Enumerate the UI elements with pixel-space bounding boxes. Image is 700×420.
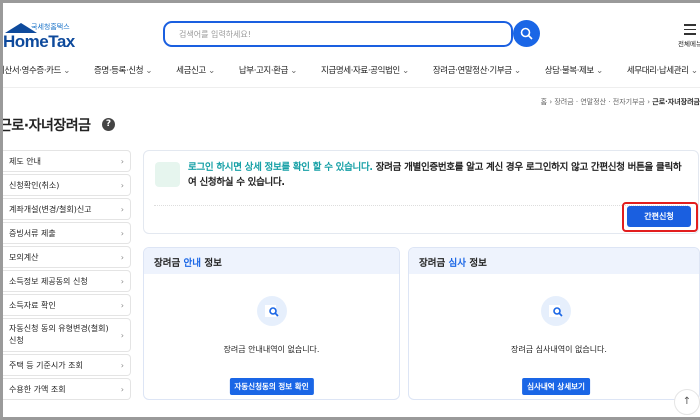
all-menu-label: 전체메뉴 — [678, 39, 700, 48]
chevron-right-icon: › — [120, 384, 124, 394]
nav-item[interactable]: 증명·등록·신청 — [94, 64, 152, 76]
chevron-right-icon: › — [120, 300, 124, 310]
sidebar-item[interactable]: 자동신청 동의 유형변경(철회) 신청 › — [3, 318, 131, 352]
sidebar-item[interactable]: 소득정보 제공동의 신청 › — [3, 270, 131, 292]
card-header: 장려금 심사 정보 — [409, 248, 699, 274]
easy-apply-button[interactable]: 간편신청 — [627, 206, 691, 227]
breadcrumb-level1[interactable]: 장려금 · 연말정산 · 전자기부금 — [554, 98, 645, 106]
nav-item[interactable]: 세금신고 — [176, 64, 215, 76]
sidebar-item[interactable]: 계좌개설(변경/철회)신고 › — [3, 198, 131, 220]
sidebar-item[interactable]: 증빙서류 제출 › — [3, 222, 131, 244]
breadcrumb-current: 근로·자녀장려금 — [652, 98, 700, 106]
card-header: 장려금 안내 정보 — [144, 248, 399, 274]
nav-item[interactable]: 세무대리·납세관리 — [627, 64, 698, 76]
chevron-right-icon: › — [120, 276, 124, 286]
sidebar-item[interactable]: 신청확인(취소) › — [3, 174, 131, 196]
hamburger-icon — [684, 24, 696, 35]
sidebar-item-label: 신청확인(취소) — [9, 180, 60, 190]
chevron-right-icon: › — [120, 360, 124, 370]
page-title: 근로·자녀장려금 — [3, 118, 91, 134]
notice-highlight: 로그인 하시면 상세 정보를 확인 할 수 있습니다. — [188, 162, 373, 173]
breadcrumb-home[interactable]: 홈 — [541, 98, 547, 106]
login-notice-text: 로그인 하시면 상세 정보를 확인 할 수 있습니다. 장려금 개별인증번호를 … — [188, 160, 688, 190]
document-search-icon — [256, 296, 287, 326]
empty-message: 장려금 심사내역이 없습니다. — [511, 345, 607, 354]
sidebar-item-label: 제도 안내 — [9, 156, 41, 166]
sidebar-item[interactable]: 주택 등 기준시가 조회 › — [3, 354, 131, 376]
sidebar-item[interactable]: 모의계산 › — [3, 246, 131, 268]
sidebar-item-label: 소득정보 제공동의 신청 — [9, 276, 88, 286]
sidebar-item[interactable]: 제도 안내 › — [3, 150, 131, 172]
logo-title: HomeTax — [3, 32, 75, 51]
sidebar-item-label: 계좌개설(변경/철회)신고 — [9, 204, 92, 214]
help-icon[interactable]: ? — [102, 118, 115, 131]
sidebar-item[interactable]: 소득자료 확인 › — [3, 294, 131, 316]
main-nav: 계산서·영수증·카드 증명·등록·신청 세금신고 납부·고지·환급 지급명세·자… — [3, 64, 700, 76]
dotted-divider — [154, 205, 688, 206]
chevron-right-icon: › — [120, 180, 124, 190]
nav-item[interactable]: 계산서·영수증·카드 — [3, 64, 70, 76]
empty-message: 장려금 안내내역이 없습니다. — [223, 345, 320, 354]
sidebar-item-label: 증빙서류 제출 — [9, 228, 56, 238]
sidebar-item-label: 모의계산 — [9, 252, 39, 262]
review-detail-button[interactable]: 심사내역 상세보기 — [522, 378, 590, 395]
document-search-icon — [541, 296, 571, 326]
nav-item[interactable]: 지급명세·자료·공익법인 — [321, 64, 409, 76]
page: 국세청홈택스 HomeTax 검색어를 입력하세요! 전체메뉴 계산서·영수증·… — [3, 3, 700, 417]
sidebar-item-label: 수용한 가액 조회 — [9, 384, 66, 394]
arrow-up-icon: ↑ — [682, 396, 692, 407]
sidebar-item[interactable]: 수용한 가액 조회 › — [3, 378, 131, 400]
nav-item[interactable]: 상담·불복·제보 — [545, 64, 603, 76]
card-title-accent: 심사 — [448, 258, 467, 269]
sidebar-item-label: 주택 등 기준시가 조회 — [9, 360, 83, 370]
sidebar: 제도 안내 › 신청확인(취소) › 계좌개설(변경/철회)신고 › 증빙서류 제출 ›… — [3, 150, 131, 402]
scroll-top-button[interactable]: ↑ — [674, 389, 700, 415]
auto-apply-consent-button[interactable]: 자동신청동의 정보 확인 — [229, 378, 314, 395]
card-title-post: 정보 — [466, 258, 487, 269]
nav-item[interactable]: 납부·고지·환급 — [239, 64, 297, 76]
logo-subtitle: 국세청홈택스 — [31, 23, 70, 31]
login-notice-box: 로그인 하시면 상세 정보를 확인 할 수 있습니다. 장려금 개별인증번호를 … — [143, 150, 699, 234]
review-info-card: 장려금 심사 정보 장려금 심사내역이 없습니다. 심사내역 상세보기 — [408, 247, 700, 400]
chevron-right-icon: › — [120, 252, 124, 262]
search-input[interactable]: 검색어를 입력하세요! — [163, 21, 513, 47]
search-icon — [520, 27, 533, 40]
card-title-pre: 장려금 — [419, 258, 449, 269]
chevron-right-icon: › — [120, 330, 124, 340]
chevron-right-icon: › — [120, 228, 124, 238]
chevron-right-icon: › — [120, 156, 124, 166]
nav-item[interactable]: 장려금·연말정산·기부금 — [433, 64, 521, 76]
guide-info-card: 장려금 안내 정보 장려금 안내내역이 없습니다. 자동신청동의 정보 확인 — [143, 247, 400, 400]
all-menu-button[interactable]: 전체메뉴 — [675, 21, 700, 48]
hometax-logo[interactable]: 국세청홈택스 HomeTax — [3, 21, 75, 51]
chevron-right-icon: › — [120, 204, 124, 214]
breadcrumb: 홈 › 장려금 · 연말정산 · 전자기부금 › 근로·자녀장려금 — [540, 98, 700, 106]
card-title-pre: 장려금 — [154, 258, 184, 269]
card-title-accent: 안내 — [183, 258, 202, 269]
search-button[interactable] — [513, 20, 540, 47]
notice-character-icon — [155, 162, 180, 187]
card-title-post: 정보 — [201, 258, 222, 269]
sidebar-item-label: 자동신청 동의 유형변경(철회) 신청 — [9, 324, 109, 345]
divider — [3, 87, 700, 88]
sidebar-item-label: 소득자료 확인 — [9, 300, 56, 310]
